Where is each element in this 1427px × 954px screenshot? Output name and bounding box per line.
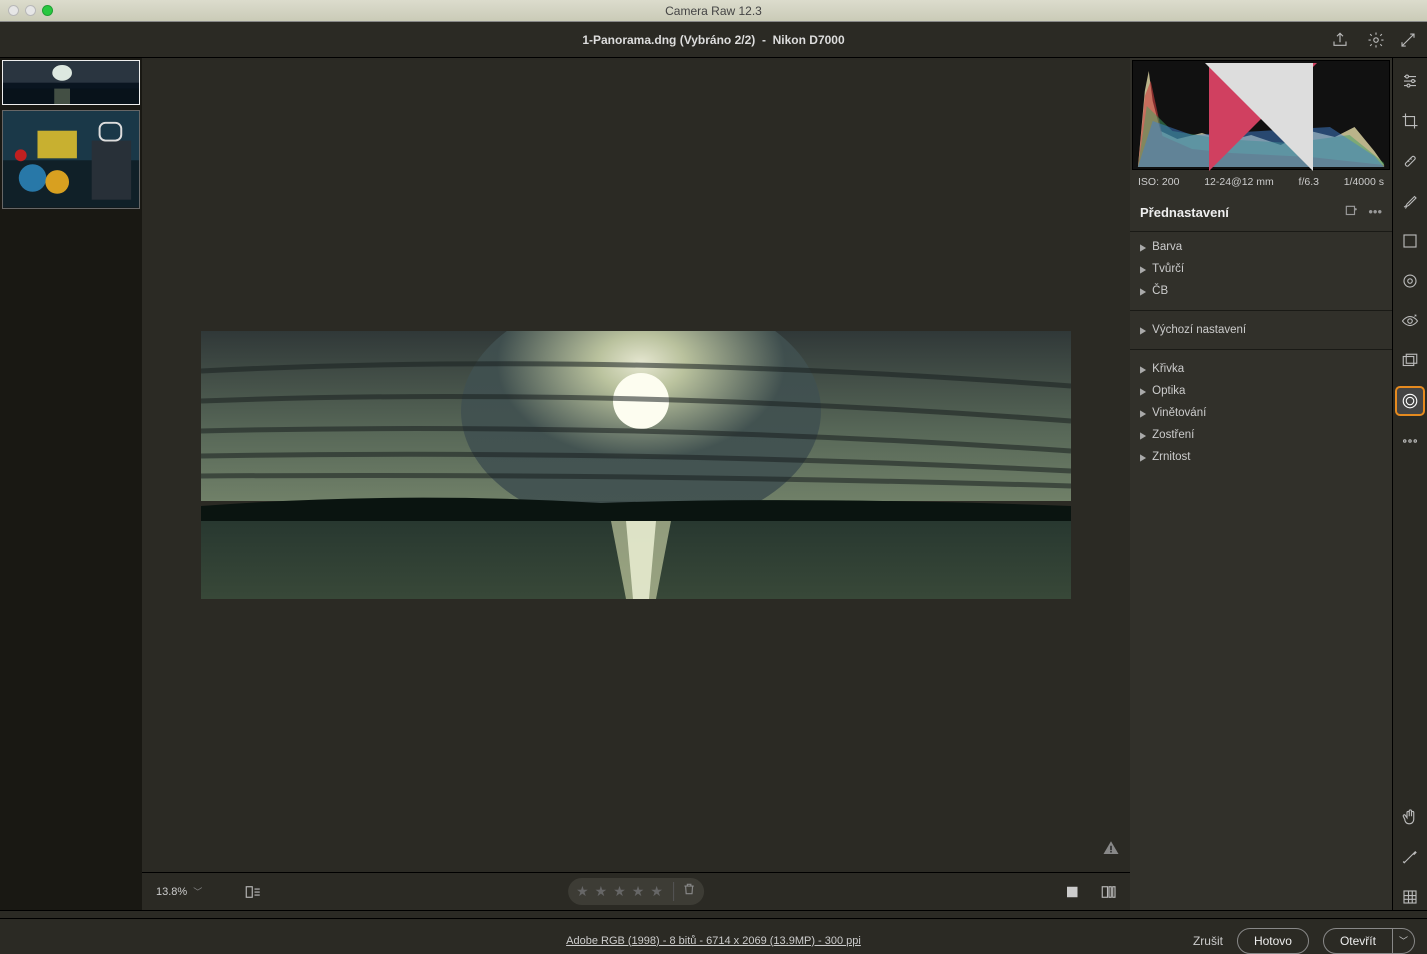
preset-group[interactable]: ▶ Tvůrčí (1130, 258, 1392, 280)
view-compare-icon[interactable] (1098, 881, 1120, 903)
preview-area[interactable] (142, 58, 1130, 872)
done-button[interactable]: Hotovo (1237, 928, 1309, 954)
preset-label: ČB (1152, 285, 1168, 297)
thumbnail-1[interactable] (2, 60, 140, 105)
disclosure-triangle-icon: ▶ (1140, 364, 1146, 375)
rating-control: ★ ★ ★ ★ ★ (568, 878, 704, 905)
doc-filename: 1-Panorama.dng (582, 33, 676, 47)
preset-label: Optika (1152, 385, 1185, 397)
preset-label: Výchozí nastavení (1152, 324, 1246, 336)
exif-row: ISO: 200 12-24@12 mm f/6.3 1/4000 s (1130, 170, 1392, 194)
preset-group[interactable]: ▶ Zrnitost (1130, 446, 1392, 468)
view-single-icon[interactable] (1062, 881, 1084, 903)
star-5[interactable]: ★ (650, 883, 663, 900)
linear-gradient-icon[interactable] (1397, 228, 1423, 254)
brush-icon[interactable] (1397, 188, 1423, 214)
preset-label: Zrnitost (1152, 451, 1190, 463)
disclosure-triangle-icon: ▶ (1140, 242, 1146, 253)
preset-group[interactable]: ▶ Zostření (1130, 424, 1392, 446)
edit-sliders-icon[interactable] (1397, 68, 1423, 94)
exif-aperture: f/6.3 (1299, 176, 1319, 188)
document-bar: 1-Panorama.dng (Vybráno 2/2) - Nikon D70… (0, 22, 1427, 58)
trash-icon[interactable] (673, 882, 696, 901)
preset-group[interactable]: ▶ Výchozí nastavení (1130, 319, 1392, 341)
preset-label: Tvůrčí (1152, 263, 1184, 275)
disclosure-triangle-icon: ▶ (1140, 452, 1146, 463)
hand-icon[interactable] (1397, 804, 1423, 830)
new-preset-icon[interactable] (1344, 204, 1358, 221)
chevron-down-icon: ﹀ (193, 885, 202, 898)
star-2[interactable]: ★ (595, 883, 608, 900)
disclosure-triangle-icon: ▶ (1140, 286, 1146, 297)
exif-shutter: 1/4000 s (1344, 176, 1384, 188)
open-button[interactable]: Otevřít (1323, 928, 1393, 954)
preset-label: Zostření (1152, 429, 1194, 441)
preview-image (201, 331, 1071, 599)
disclosure-triangle-icon: ▶ (1140, 264, 1146, 275)
grid-icon[interactable] (1397, 884, 1423, 910)
panel-title: Přednastavení (1140, 205, 1229, 220)
more-icon[interactable]: ••• (1368, 204, 1382, 221)
open-dropdown-icon[interactable]: ﹀ (1393, 928, 1415, 954)
zoom-value: 13.8% (156, 886, 187, 898)
fit-view-icon[interactable] (242, 881, 264, 903)
exif-iso: ISO: 200 (1138, 176, 1179, 188)
more-tools-icon[interactable] (1397, 428, 1423, 454)
edit-panel: ISO: 200 12-24@12 mm f/6.3 1/4000 s Před… (1130, 58, 1392, 910)
panel-resizer[interactable] (0, 910, 1427, 918)
zoom-dropdown[interactable]: 13.8% ﹀ (156, 885, 202, 898)
warning-icon[interactable] (1102, 839, 1120, 862)
exif-lens: 12-24@12 mm (1204, 176, 1274, 188)
redeye-icon[interactable] (1397, 308, 1423, 334)
preset-label: Barva (1152, 241, 1182, 253)
share-icon[interactable] (1329, 29, 1351, 51)
star-4[interactable]: ★ (632, 883, 645, 900)
disclosure-triangle-icon: ▶ (1140, 408, 1146, 419)
preset-group[interactable]: ▶ Optika (1130, 380, 1392, 402)
cancel-button[interactable]: Zrušit (1193, 934, 1223, 948)
document-title: 1-Panorama.dng (Vybráno 2/2) - Nikon D70… (0, 33, 1427, 47)
preset-group[interactable]: ▶ Křivka (1130, 358, 1392, 380)
thumbnail-2[interactable] (2, 110, 140, 209)
preview-toolbar: 13.8% ﹀ ★ ★ ★ ★ ★ (142, 872, 1130, 910)
doc-selection: (Vybráno 2/2) (680, 33, 756, 47)
highlight-clip-icon[interactable] (1131, 63, 1387, 171)
disclosure-triangle-icon: ▶ (1140, 386, 1146, 397)
doc-camera: Nikon D7000 (773, 33, 845, 47)
star-1[interactable]: ★ (576, 883, 589, 900)
preset-list: ▶ Barva ▶ Tvůrčí ▶ ČB ▶ Výchozí nastavení ▶ Kři… (1130, 232, 1392, 472)
heal-icon[interactable] (1397, 148, 1423, 174)
color-sampler-icon[interactable] (1397, 844, 1423, 870)
gear-icon[interactable] (1365, 29, 1387, 51)
disclosure-triangle-icon: ▶ (1140, 325, 1146, 336)
crop-icon[interactable] (1397, 108, 1423, 134)
snapshots-icon[interactable] (1397, 348, 1423, 374)
preset-label: Vinětování (1152, 407, 1206, 419)
histogram[interactable] (1132, 60, 1390, 170)
footer-bar: Adobe RGB (1998) - 8 bitů - 6714 x 2069 … (0, 918, 1427, 954)
filmstrip (0, 58, 142, 910)
fullscreen-icon[interactable] (1397, 29, 1419, 51)
preset-group[interactable]: ▶ ČB (1130, 280, 1392, 302)
window-title: Camera Raw 12.3 (0, 4, 1427, 18)
preset-group[interactable]: ▶ Barva (1130, 236, 1392, 258)
preset-group[interactable]: ▶ Vinětování (1130, 402, 1392, 424)
preset-separator (1130, 310, 1392, 311)
star-3[interactable]: ★ (613, 883, 626, 900)
window-titlebar: Camera Raw 12.3 (0, 0, 1427, 22)
preset-separator (1130, 349, 1392, 350)
workflow-link[interactable]: Adobe RGB (1998) - 8 bitů - 6714 x 2069 … (566, 935, 861, 947)
panel-header: Přednastavení ••• (1130, 194, 1392, 232)
presets-icon[interactable] (1397, 388, 1423, 414)
tool-strip (1392, 58, 1427, 910)
preset-label: Křivka (1152, 363, 1184, 375)
radial-gradient-icon[interactable] (1397, 268, 1423, 294)
disclosure-triangle-icon: ▶ (1140, 430, 1146, 441)
